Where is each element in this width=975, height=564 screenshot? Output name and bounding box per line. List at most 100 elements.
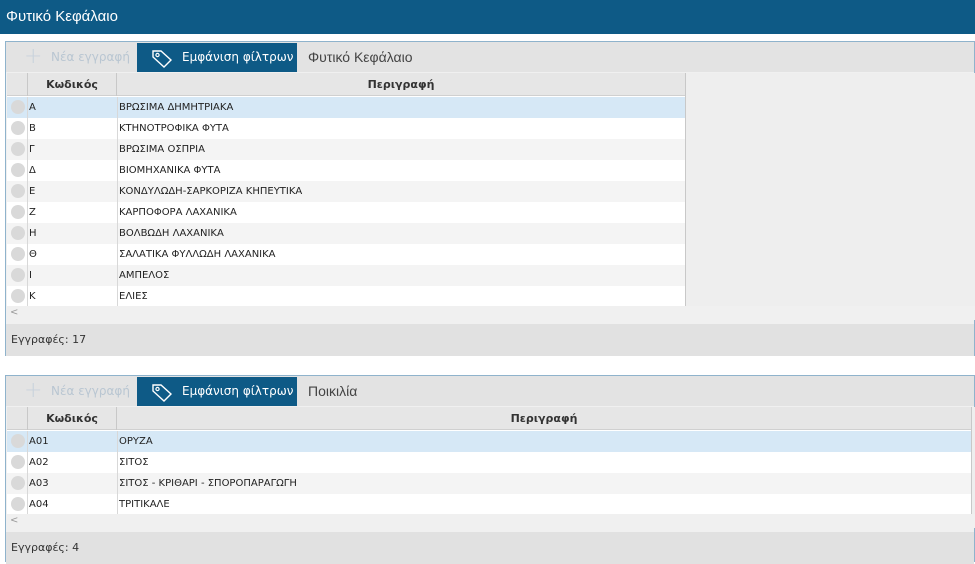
column-divider [117, 286, 118, 307]
cell-description: ΕΛΙΕΣ [119, 291, 148, 302]
table-row[interactable]: Α04 ΤΡΙΤΙΚΑΛΕ [7, 494, 971, 515]
table-row[interactable]: Α01 ΟΡΥΖΑ [7, 431, 971, 452]
cell-description: ΤΡΙΤΙΚΑΛΕ [119, 499, 170, 510]
column-divider [27, 202, 28, 223]
table-row[interactable]: Α02 ΣΙΤΟΣ [7, 452, 971, 473]
tag-icon [152, 384, 173, 402]
table-row[interactable]: Ε ΚΟΝΔΥΛΩΔΗ-ΣΑΡΚΟΡΙΖΑ ΚΗΠΕΥΤΙΚΑ [7, 181, 685, 202]
row-selector-icon[interactable] [11, 163, 25, 177]
row-selector-icon[interactable] [11, 247, 25, 261]
table-row[interactable]: Θ ΣΑΛΑΤΙΚΑ ΦΥΛΛΩΔΗ ΛΑΧΑΝΙΚΑ [7, 244, 685, 265]
new-record-button[interactable]: + Νέα εγγραφή [6, 42, 136, 72]
cell-description: ΒΟΛΒΩΔΗ ΛΑΧΑΝΙΚΑ [119, 228, 224, 239]
cell-description: ΣΑΛΑΤΙΚΑ ΦΥΛΛΩΔΗ ΛΑΧΑΝΙΚΑ [119, 249, 276, 260]
column-divider [117, 473, 118, 494]
table-row[interactable]: Γ ΒΡΩΣΙΜΑ ΟΣΠΡΙΑ [7, 139, 685, 160]
table-row[interactable]: Β ΚΤΗΝΟΤΡΟΦΙΚΑ ΦΥΤΑ [7, 118, 685, 139]
grid-header: Κωδικός Περιγραφή [7, 407, 971, 430]
column-divider [117, 265, 118, 286]
table-row[interactable]: Ι ΑΜΠΕΛΟΣ [7, 265, 685, 286]
grid-empty-area [685, 73, 975, 306]
record-count: Εγγραφές: 17 [6, 324, 974, 356]
horizontal-scrollbar[interactable]: < [6, 514, 975, 528]
column-divider [27, 431, 28, 452]
column-divider [27, 160, 28, 181]
toolbar: + Νέα εγγραφή Εμφάνιση φίλτρων Ποικιλία [6, 376, 974, 406]
data-grid: Κωδικός Περιγραφή Α01 ΟΡΥΖΑ Α02 ΣΙΤΟΣ Α03 ΣΙΤ… [7, 407, 971, 515]
cell-description: ΒΙΟΜΗΧΑΝΙΚΑ ΦΥΤΑ [119, 165, 221, 176]
column-divider [117, 181, 118, 202]
column-divider [27, 118, 28, 139]
cell-code: Α04 [29, 499, 49, 510]
column-divider [27, 286, 28, 307]
column-divider [117, 223, 118, 244]
row-selector-icon[interactable] [11, 455, 25, 469]
show-filters-label: Εμφάνιση φίλτρων [182, 50, 294, 64]
cell-description: ΒΡΩΣΙΜΑ ΔΗΜΗΤΡΙΑΚΑ [119, 102, 234, 113]
show-filters-button[interactable]: Εμφάνιση φίλτρων [137, 43, 297, 72]
cell-code: Α [29, 102, 36, 113]
new-record-label: Νέα εγγραφή [51, 384, 130, 398]
cell-code: Α01 [29, 436, 49, 447]
row-selector-icon[interactable] [11, 289, 25, 303]
cell-description: ΟΡΥΖΑ [119, 436, 153, 447]
cell-code: Δ [29, 165, 36, 176]
cell-description: ΚΤΗΝΟΤΡΟΦΙΚΑ ΦΥΤΑ [119, 123, 229, 134]
scroll-left-icon[interactable]: < [10, 306, 18, 320]
grid-edge [971, 407, 975, 514]
plus-icon: + [24, 378, 43, 403]
row-selector-icon[interactable] [11, 268, 25, 282]
row-selector-icon[interactable] [11, 226, 25, 240]
table-row[interactable]: Δ ΒΙΟΜΗΧΑΝΙΚΑ ΦΥΤΑ [7, 160, 685, 181]
column-header-description[interactable]: Περιγραφή [117, 407, 971, 430]
column-divider [117, 452, 118, 473]
cell-code: Ι [29, 270, 32, 281]
cell-code: Α02 [29, 457, 49, 468]
row-selector-icon[interactable] [11, 497, 25, 511]
table-row[interactable]: Η ΒΟΛΒΩΔΗ ΛΑΧΑΝΙΚΑ [7, 223, 685, 244]
column-divider [27, 181, 28, 202]
panel-title: Φυτικό Κεφάλαιο [308, 49, 413, 65]
new-record-button[interactable]: + Νέα εγγραφή [6, 376, 136, 406]
column-divider [117, 431, 118, 452]
row-selector-icon[interactable] [11, 121, 25, 135]
column-divider [27, 97, 28, 118]
column-header-code[interactable]: Κωδικός [27, 407, 117, 430]
cell-description: ΑΜΠΕΛΟΣ [119, 270, 170, 281]
record-count: Εγγραφές: 4 [6, 532, 974, 564]
plus-icon: + [24, 44, 43, 69]
cell-code: Β [29, 123, 36, 134]
horizontal-scrollbar[interactable]: < [6, 306, 975, 320]
table-row[interactable]: Ζ ΚΑΡΠΟΦΟΡΑ ΛΑΧΑΝΙΚΑ [7, 202, 685, 223]
cell-code: Θ [29, 249, 37, 260]
scroll-left-icon[interactable]: < [10, 514, 18, 528]
row-selector-icon[interactable] [11, 142, 25, 156]
show-filters-button[interactable]: Εμφάνιση φίλτρων [137, 377, 297, 406]
table-row[interactable]: Α03 ΣΙΤΟΣ - ΚΡΙΘΑΡΙ - ΣΠΟΡΟΠΑΡΑΓΩΓΗ [7, 473, 971, 494]
column-header-code[interactable]: Κωδικός [27, 73, 117, 96]
row-selector-icon[interactable] [11, 476, 25, 490]
column-divider [27, 494, 28, 515]
cell-code: Α03 [29, 478, 49, 489]
cell-description: ΚΟΝΔΥΛΩΔΗ-ΣΑΡΚΟΡΙΖΑ ΚΗΠΕΥΤΙΚΑ [119, 186, 303, 197]
table-row[interactable]: Κ ΕΛΙΕΣ [7, 286, 685, 307]
cell-description: ΒΡΩΣΙΜΑ ΟΣΠΡΙΑ [119, 144, 205, 155]
data-grid: Κωδικός Περιγραφή Α ΒΡΩΣΙΜΑ ΔΗΜΗΤΡΙΑΚΑ Β ΚΤ… [7, 73, 685, 307]
row-selector-icon[interactable] [11, 434, 25, 448]
column-divider [117, 160, 118, 181]
cell-code: Ε [29, 186, 36, 197]
table-row[interactable]: Α ΒΡΩΣΙΜΑ ΔΗΜΗΤΡΙΑΚΑ [7, 97, 685, 118]
row-selector-icon[interactable] [11, 184, 25, 198]
panel-title: Ποικιλία [308, 383, 358, 399]
column-divider [27, 452, 28, 473]
grid-header: Κωδικός Περιγραφή [7, 73, 685, 96]
panel-plant-capital: + Νέα εγγραφή Εμφάνιση φίλτρων Φυτικό Κε… [5, 41, 975, 356]
row-selector-icon[interactable] [11, 100, 25, 114]
panel-variety: + Νέα εγγραφή Εμφάνιση φίλτρων Ποικιλία … [5, 375, 975, 564]
column-divider [27, 223, 28, 244]
new-record-label: Νέα εγγραφή [51, 50, 130, 64]
column-header-description[interactable]: Περιγραφή [117, 73, 685, 96]
row-selector-icon[interactable] [11, 205, 25, 219]
tag-icon [152, 50, 173, 68]
column-divider [117, 202, 118, 223]
